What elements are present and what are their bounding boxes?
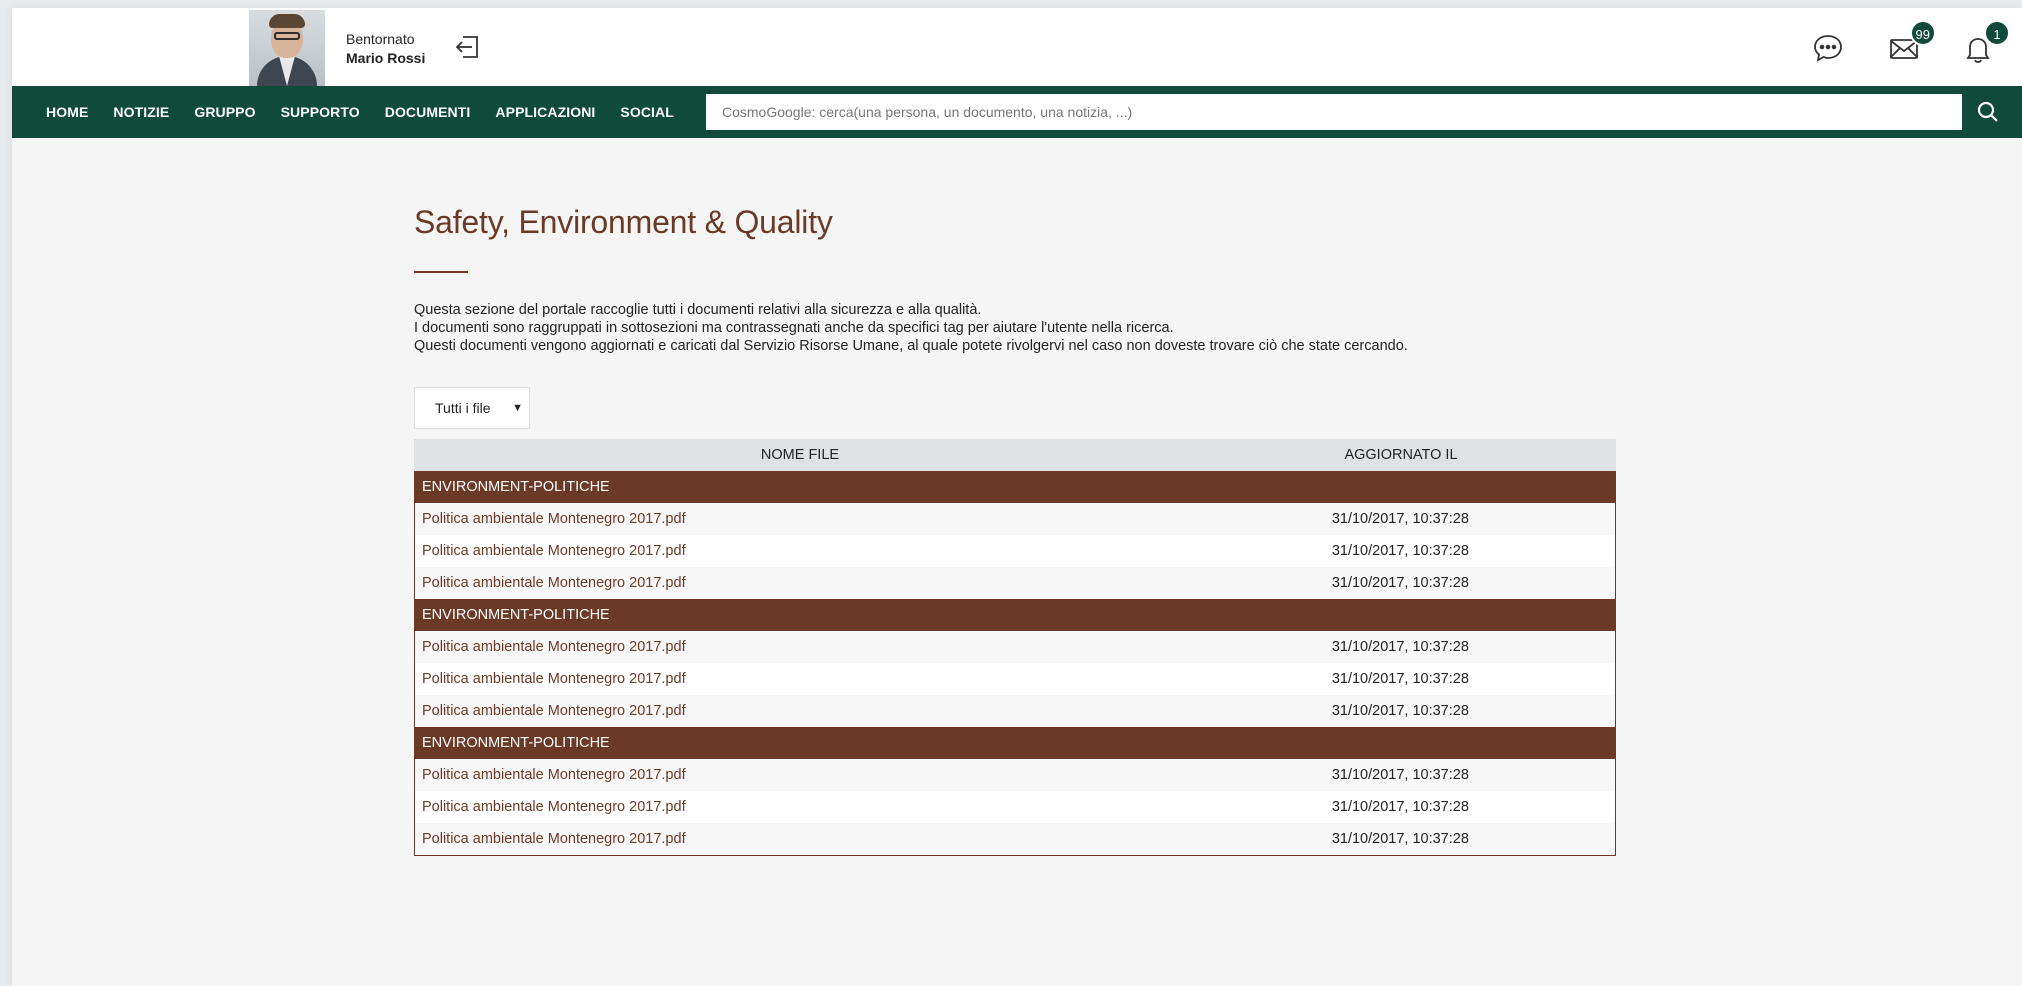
column-header-updated[interactable]: AGGIORNATO IL	[1186, 447, 1616, 463]
table-row: Politica ambientale Montenegro 2017.pdf 3…	[415, 823, 1615, 855]
file-name-link[interactable]: Politica ambientale Montenegro 2017.pdf	[415, 671, 1186, 687]
notifications-count-badge: 1	[1984, 20, 2010, 46]
file-filter-value: Tutti i file	[435, 400, 491, 416]
file-updated-date: 31/10/2017, 10:37:28	[1331, 831, 1469, 847]
main-content: Safety, Environment & Quality Questa sez…	[414, 204, 1616, 856]
mail-count-badge: 99	[1909, 20, 1936, 46]
search-input[interactable]	[706, 94, 1962, 130]
title-divider	[414, 271, 468, 273]
table-row: Politica ambientale Montenegro 2017.pdf 3…	[415, 695, 1615, 727]
group-rows: Politica ambientale Montenegro 2017.pdf 3…	[415, 503, 1615, 599]
nav-item-applicazioni[interactable]: APPLICAZIONI	[495, 104, 595, 120]
file-updated-date: 31/10/2017, 10:37:28	[1331, 767, 1469, 783]
documents-table: NOME FILE AGGIORNATO IL ENVIRONMENT-POLI…	[414, 439, 1616, 856]
nav-item-supporto[interactable]: SUPPORTO	[281, 104, 360, 120]
group-rows: Politica ambientale Montenegro 2017.pdf 3…	[415, 759, 1615, 855]
file-name-link[interactable]: Politica ambientale Montenegro 2017.pdf	[415, 511, 1186, 527]
bell-icon[interactable]: 1	[1962, 20, 2010, 64]
avatar-hair-shape	[269, 14, 305, 28]
file-updated-date: 31/10/2017, 10:37:28	[1331, 575, 1469, 591]
file-updated-date: 31/10/2017, 10:37:28	[1331, 543, 1469, 559]
chat-icon[interactable]	[1812, 32, 1844, 64]
table-body: ENVIRONMENT-POLITICHE Politica ambientale…	[414, 471, 1616, 855]
file-updated-date: 31/10/2017, 10:37:28	[1331, 639, 1469, 655]
file-name-link[interactable]: Politica ambientale Montenegro 2017.pdf	[415, 831, 1186, 847]
table-row: Politica ambientale Montenegro 2017.pdf 3…	[415, 759, 1615, 791]
main-navbar: HOME NOTIZIE GRUPPO SUPPORTO DOCUMENTI APPLIC…	[12, 86, 2022, 138]
nav-item-gruppo[interactable]: GRUPPO	[194, 104, 255, 120]
file-updated-date: 31/10/2017, 10:37:28	[1331, 511, 1469, 527]
table-row: Politica ambientale Montenegro 2017.pdf 3…	[415, 631, 1615, 663]
file-name-link[interactable]: Politica ambientale Montenegro 2017.pdf	[415, 543, 1186, 559]
welcome-label: Bentornato	[346, 31, 415, 47]
avatar[interactable]	[249, 10, 325, 86]
table-header: NOME FILE AGGIORNATO IL	[414, 439, 1616, 471]
file-updated-date: 31/10/2017, 10:37:28	[1331, 799, 1469, 815]
search-icon[interactable]	[1968, 94, 2008, 130]
welcome-block: Bentornato Mario Rossi	[346, 30, 425, 68]
app-window: Bentornato Mario Rossi 99 1 HOME NOTIZIE…	[12, 8, 2022, 986]
file-name-link[interactable]: Politica ambientale Montenegro 2017.pdf	[415, 575, 1186, 591]
logout-icon[interactable]	[453, 34, 481, 60]
nav-item-social[interactable]: SOCIAL	[620, 104, 674, 120]
file-updated-date: 31/10/2017, 10:37:28	[1331, 671, 1469, 687]
table-row: Politica ambientale Montenegro 2017.pdf 3…	[415, 663, 1615, 695]
table-group: ENVIRONMENT-POLITICHE Politica ambientale…	[414, 471, 1616, 599]
user-name: Mario Rossi	[346, 50, 426, 66]
caret-down-icon: ▼	[512, 402, 523, 414]
intro-text: Questa sezione del portale raccoglie tut…	[414, 301, 1616, 355]
group-header-row: ENVIRONMENT-POLITICHE	[414, 727, 1616, 759]
group-header-row: ENVIRONMENT-POLITICHE	[414, 471, 1616, 503]
file-name-link[interactable]: Politica ambientale Montenegro 2017.pdf	[415, 639, 1186, 655]
file-filter-select[interactable]: Tutti i file ▼	[414, 387, 530, 429]
table-row: Politica ambientale Montenegro 2017.pdf 3…	[415, 791, 1615, 823]
group-header-row: ENVIRONMENT-POLITICHE	[414, 599, 1616, 631]
file-name-link[interactable]: Politica ambientale Montenegro 2017.pdf	[415, 703, 1186, 719]
file-name-link[interactable]: Politica ambientale Montenegro 2017.pdf	[415, 767, 1186, 783]
table-group: ENVIRONMENT-POLITICHE Politica ambientale…	[414, 599, 1616, 727]
file-updated-date: 31/10/2017, 10:37:28	[1331, 703, 1469, 719]
mail-icon[interactable]: 99	[1888, 20, 1936, 64]
column-header-name[interactable]: NOME FILE	[414, 447, 1186, 463]
intro-line: Questi documenti vengono aggiornati e ca…	[414, 338, 1408, 354]
avatar-glasses-shape	[274, 32, 300, 40]
nav-item-notizie[interactable]: NOTIZIE	[113, 104, 169, 120]
intro-line: I documenti sono raggruppati in sottosez…	[414, 320, 1174, 336]
intro-line: Questa sezione del portale raccoglie tut…	[414, 302, 982, 318]
nav-menu: HOME NOTIZIE GRUPPO SUPPORTO DOCUMENTI APPLIC…	[46, 86, 699, 138]
nav-item-home[interactable]: HOME	[46, 104, 88, 120]
group-rows: Politica ambientale Montenegro 2017.pdf 3…	[415, 631, 1615, 727]
file-name-link[interactable]: Politica ambientale Montenegro 2017.pdf	[415, 799, 1186, 815]
nav-item-documenti[interactable]: DOCUMENTI	[385, 104, 471, 120]
table-row: Politica ambientale Montenegro 2017.pdf 3…	[415, 535, 1615, 567]
table-row: Politica ambientale Montenegro 2017.pdf 3…	[415, 567, 1615, 599]
table-group: ENVIRONMENT-POLITICHE Politica ambientale…	[414, 727, 1616, 855]
page-title: Safety, Environment & Quality	[414, 204, 833, 240]
top-header: Bentornato Mario Rossi 99 1	[12, 8, 2022, 86]
table-row: Politica ambientale Montenegro 2017.pdf 3…	[415, 503, 1615, 535]
